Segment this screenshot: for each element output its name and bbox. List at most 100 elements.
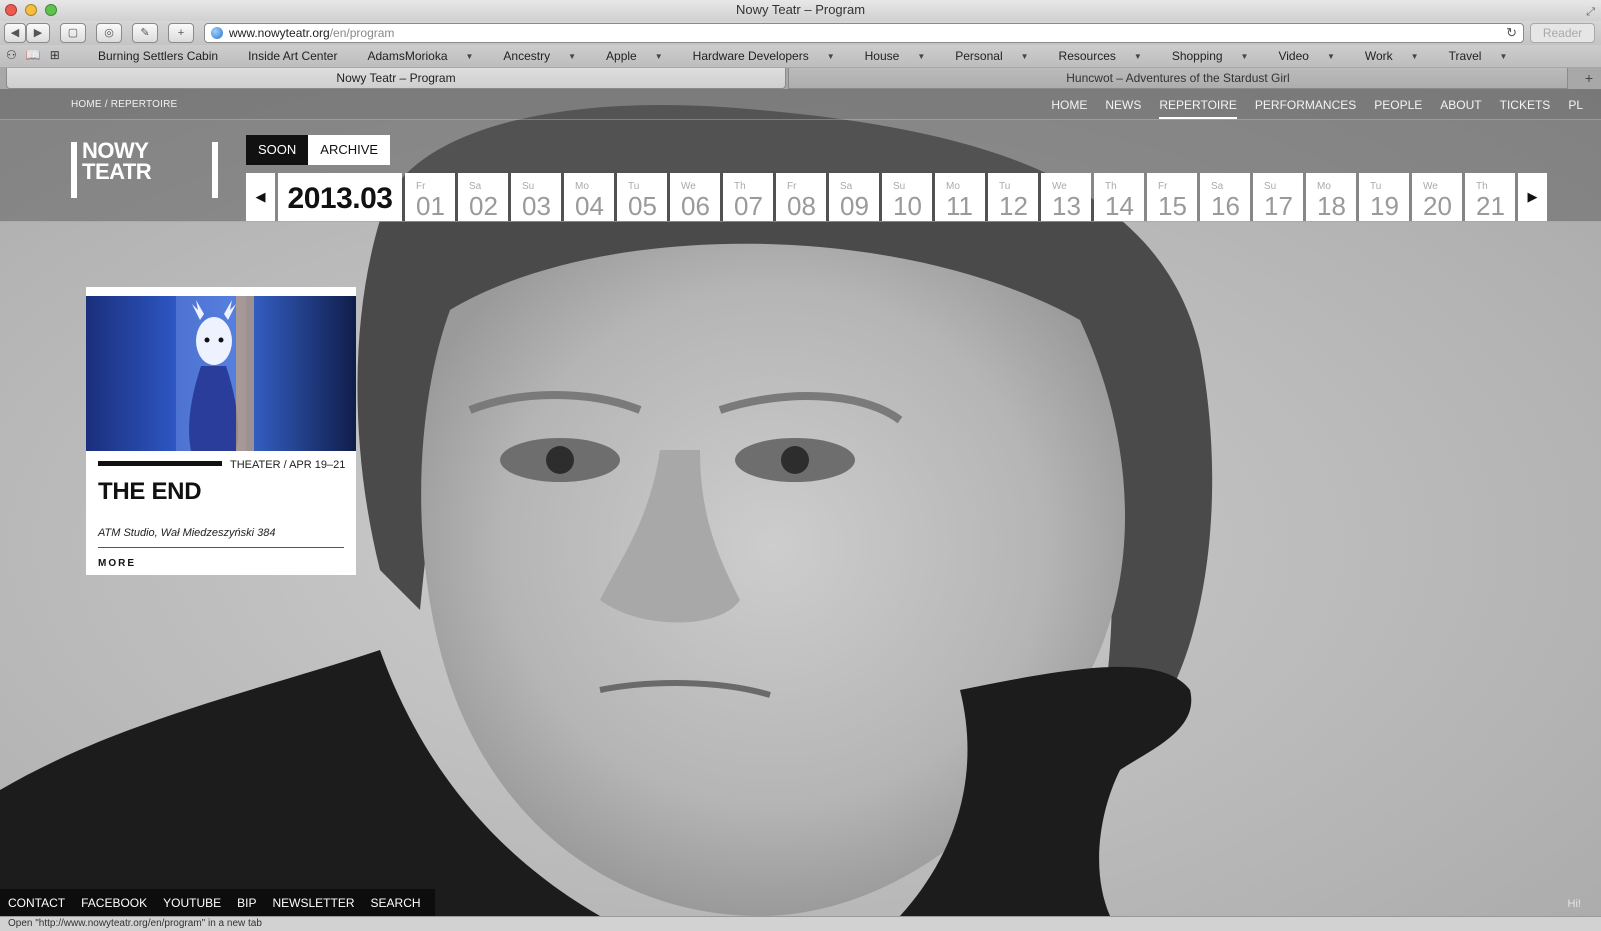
calendar-day[interactable]: Sa 09 xyxy=(829,173,879,221)
calendar-day[interactable]: Mo 04 xyxy=(564,173,614,221)
event-image[interactable] xyxy=(86,296,356,451)
calendar-day-number: 11 xyxy=(946,191,973,221)
event-card[interactable]: THEATER / APR 19–21 THE END ATM Studio, … xyxy=(86,287,356,575)
add-bookmark-button[interactable]: + xyxy=(168,23,194,43)
status-bar: Open "http://www.nowyteatr.org/en/progra… xyxy=(0,916,1601,931)
bookmark-item[interactable]: Burning Settlers Cabin xyxy=(98,49,233,63)
tab-huncwot[interactable]: Huncwot – Adventures of the Stardust Gir… xyxy=(788,68,1568,89)
nav-item-tickets[interactable]: TICKETS xyxy=(1500,98,1551,119)
site-footer: CONTACT FACEBOOK YOUTUBE BIP NEWSLETTER SEARC… xyxy=(0,889,435,916)
calendar-day[interactable]: Su 03 xyxy=(511,173,561,221)
chevron-down-icon: ▼ xyxy=(654,52,663,61)
sidebar-button[interactable]: ▢ xyxy=(60,23,86,43)
calendar-day[interactable]: Th 07 xyxy=(723,173,773,221)
calendar-day[interactable]: Th 21 xyxy=(1465,173,1515,221)
topsites-button[interactable]: ◎ xyxy=(96,23,122,43)
bookmark-item[interactable]: Shopping ▼ xyxy=(1172,49,1264,63)
calendar-day[interactable]: Sa 16 xyxy=(1200,173,1250,221)
bookmark-label: Travel xyxy=(1448,49,1482,63)
footer-link-newsletter[interactable]: NEWSLETTER xyxy=(273,896,355,910)
bookmark-label: AdamsMorioka xyxy=(367,49,448,63)
reader-button[interactable]: Reader xyxy=(1530,23,1595,43)
nav-item-people[interactable]: PEOPLE xyxy=(1374,98,1422,119)
calendar-day-number: 13 xyxy=(1052,191,1081,221)
footer-link-facebook[interactable]: FACEBOOK xyxy=(81,896,147,910)
bookmark-item[interactable]: Work ▼ xyxy=(1365,49,1434,63)
program-filter-tabs: SOON ARCHIVE xyxy=(246,135,391,165)
bookmark-item[interactable]: Travel ▼ xyxy=(1449,49,1523,63)
forward-button[interactable]: ▶ xyxy=(26,23,50,43)
bookmarks-book-icon[interactable]: 📖 xyxy=(26,48,50,62)
calendar-day-number: 09 xyxy=(840,191,869,221)
bookmark-item[interactable]: House ▼ xyxy=(865,49,941,63)
logo-left-bar xyxy=(71,142,77,198)
calendar-day[interactable]: Fr 08 xyxy=(776,173,826,221)
calendar-day[interactable]: Tu 19 xyxy=(1359,173,1409,221)
minimize-window-button[interactable] xyxy=(25,4,37,16)
nav-item-about[interactable]: ABOUT xyxy=(1440,98,1481,119)
footer-link-bip[interactable]: BIP xyxy=(237,896,256,910)
hi-label[interactable]: Hi! xyxy=(1568,898,1581,910)
more-link[interactable]: MORE xyxy=(98,558,136,569)
bookmark-item[interactable]: Ancestry ▼ xyxy=(503,49,591,63)
bookmark-item[interactable]: Personal ▼ xyxy=(955,49,1043,63)
reload-icon[interactable]: ↻ xyxy=(1506,24,1517,42)
footer-link-contact[interactable]: CONTACT xyxy=(8,896,65,910)
fullscreen-icon[interactable]: ⤢ xyxy=(1586,2,1595,22)
bookmark-item[interactable]: Video ▼ xyxy=(1278,49,1349,63)
reading-list-icon[interactable]: ⚇ xyxy=(6,48,26,62)
nav-item-home[interactable]: HOME xyxy=(1051,98,1087,119)
calendar-day[interactable]: We 13 xyxy=(1041,173,1091,221)
calendar-day-number: 05 xyxy=(628,191,657,221)
chevron-down-icon: ▼ xyxy=(917,52,926,61)
chevron-down-icon: ▼ xyxy=(465,52,474,61)
calendar-day-number: 20 xyxy=(1423,191,1452,221)
footer-link-youtube[interactable]: YOUTUBE xyxy=(163,896,221,910)
bookmark-label: Burning Settlers Cabin xyxy=(98,49,219,63)
calendar-day[interactable]: Tu 05 xyxy=(617,173,667,221)
grid-icon[interactable]: ⊞ xyxy=(50,48,69,62)
calendar-day-number: 01 xyxy=(416,191,445,221)
address-bar[interactable]: www.nowyteatr.org/en/program ↻ xyxy=(204,23,1524,43)
back-button[interactable]: ◀ xyxy=(4,23,26,43)
calendar-day[interactable]: We 20 xyxy=(1412,173,1462,221)
breadcrumb[interactable]: HOME / REPERTOIRE xyxy=(71,99,177,110)
nav-item-repertoire[interactable]: REPERTOIRE xyxy=(1159,98,1237,119)
calendar-day[interactable]: Tu 12 xyxy=(988,173,1038,221)
calendar-day[interactable]: Sa 02 xyxy=(458,173,508,221)
close-window-button[interactable] xyxy=(5,4,17,16)
calendar-day[interactable]: Su 17 xyxy=(1253,173,1303,221)
next-arrow-icon[interactable]: ▶ xyxy=(1518,173,1547,221)
logo-line-2: TEATR xyxy=(82,159,152,184)
nav-item-news[interactable]: NEWS xyxy=(1105,98,1141,119)
tools-wrench-button[interactable]: ✎ xyxy=(132,23,158,43)
calendar-day[interactable]: We 06 xyxy=(670,173,720,221)
calendar-day[interactable]: Fr 01 xyxy=(405,173,455,221)
bookmark-item[interactable]: Inside Art Center xyxy=(248,49,352,63)
calendar-day[interactable]: Mo 11 xyxy=(935,173,985,221)
bookmark-item[interactable]: Resources ▼ xyxy=(1059,49,1157,63)
calendar-day[interactable]: Mo 18 xyxy=(1306,173,1356,221)
bookmark-label: Apple xyxy=(606,49,637,63)
calendar-month: 2013.03 xyxy=(278,173,402,221)
calendar-day[interactable]: Th 14 xyxy=(1094,173,1144,221)
nav-item-pl[interactable]: PL xyxy=(1568,98,1583,119)
chevron-down-icon: ▼ xyxy=(1326,52,1335,61)
nav-item-performances[interactable]: PERFORMANCES xyxy=(1255,98,1356,119)
calendar-day[interactable]: Fr 15 xyxy=(1147,173,1197,221)
site-logo[interactable]: NOWY TEATR xyxy=(82,140,152,184)
previous-arrow-icon[interactable]: ◀ xyxy=(246,173,275,221)
tab-soon[interactable]: SOON xyxy=(246,135,309,165)
bookmark-item[interactable]: Hardware Developers ▼ xyxy=(693,49,850,63)
footer-link-search[interactable]: SEARCH xyxy=(371,896,421,910)
chevron-down-icon: ▼ xyxy=(1133,52,1142,61)
chevron-down-icon: ▼ xyxy=(826,52,835,61)
bookmark-item[interactable]: AdamsMorioka ▼ xyxy=(367,49,488,63)
new-tab-icon[interactable]: + xyxy=(1585,70,1593,86)
calendar-day[interactable]: Su 10 xyxy=(882,173,932,221)
tab-nowy-teatr[interactable]: Nowy Teatr – Program xyxy=(6,68,786,89)
event-title[interactable]: THE END xyxy=(98,478,202,506)
tab-archive[interactable]: ARCHIVE xyxy=(308,135,391,165)
bookmark-item[interactable]: Apple ▼ xyxy=(606,49,678,63)
zoom-window-button[interactable] xyxy=(45,4,57,16)
